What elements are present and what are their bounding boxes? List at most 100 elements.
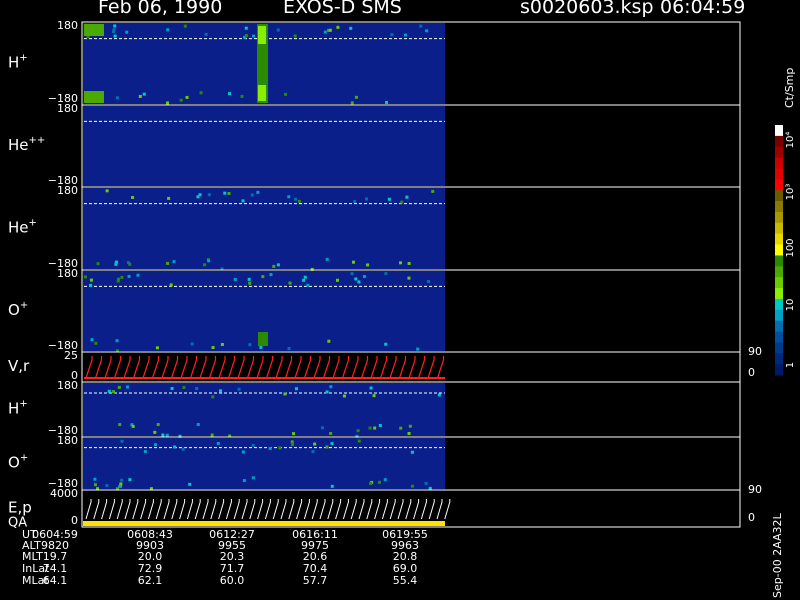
ephemeris-value: 64.1 [42, 574, 68, 587]
spectrogram-cell [155, 346, 159, 350]
spectrogram-cell [387, 197, 391, 201]
ep-trace [335, 499, 342, 520]
ephemeris-value: 62.1 [137, 574, 163, 587]
spectrogram-cell [405, 195, 409, 199]
spectrogram-cell [94, 341, 98, 345]
vr-trace [303, 356, 312, 379]
ep-trace [436, 499, 443, 520]
spectrogram-cell [204, 32, 208, 36]
ep-trace [444, 499, 451, 520]
vr-trace [246, 356, 255, 379]
spectrogram-cell [173, 445, 177, 449]
ep-trace [381, 499, 388, 520]
spectrogram-cell [259, 345, 263, 349]
vr-trace [85, 356, 93, 379]
spectrogram-cell [329, 385, 333, 389]
ephemeris-value: 55.4 [392, 574, 418, 587]
spectrogram-cell [373, 426, 377, 430]
colorbar-segment [775, 146, 783, 159]
spectrogram-cell [233, 277, 237, 281]
vr-trace [113, 356, 122, 379]
spectrogram-cell [428, 486, 432, 490]
vr-trace [360, 356, 369, 379]
spectrogram-cell [142, 92, 146, 96]
spectrogram-cell [127, 274, 131, 278]
vr-trace [370, 356, 378, 379]
ep-trace [374, 499, 381, 520]
spectrogram-cell [183, 24, 187, 28]
spectrogram-cell [228, 92, 232, 96]
spectrogram-cell [166, 261, 170, 265]
spectrogram-cell [291, 443, 295, 447]
colorbar-tick: 10⁴ [785, 132, 796, 149]
colorbar-segment [775, 331, 783, 343]
spectrogram-cell [105, 189, 109, 193]
spectrogram-cell [353, 200, 357, 204]
spectrogram-cell [261, 275, 265, 279]
spectrogram-cell [105, 484, 109, 488]
spectrogram-cell [179, 98, 183, 102]
ep-trace [420, 499, 427, 520]
spectrogram-band [258, 26, 266, 44]
colorbar-segment [775, 353, 783, 365]
spectrogram-cell [172, 260, 176, 264]
ep-trace [296, 499, 303, 520]
spectrogram-band [84, 24, 104, 36]
colorbar-segment [775, 190, 783, 202]
spectrogram-cell [248, 281, 252, 285]
spectrogram-cell [276, 263, 280, 267]
ep-trace [311, 499, 318, 520]
ep-trace [350, 499, 357, 520]
spectrogram-cell [210, 433, 214, 437]
spectrogram-band [258, 332, 268, 346]
colorbar-segment [775, 211, 783, 224]
vr-trace [294, 356, 302, 379]
spectrogram-cell [399, 426, 403, 430]
ep-trace [264, 499, 271, 520]
spectrogram-cell [321, 426, 325, 430]
spectrogram-cell [167, 196, 171, 200]
colorbar-segment [775, 320, 783, 333]
spectrogram-cell [207, 259, 211, 263]
spectrogram-cell [219, 389, 223, 393]
spectrogram-cell [330, 484, 334, 488]
spectrogram-cell [131, 196, 135, 200]
spectrogram-cell [399, 261, 403, 265]
ep-trace [405, 499, 412, 520]
vr-trace [227, 356, 236, 379]
spectrogram-cell [112, 28, 116, 32]
vr-trace [94, 356, 103, 379]
spectrogram-cell [118, 423, 122, 427]
spectrogram-cell [198, 193, 202, 197]
spectrogram-cell [330, 442, 334, 446]
panel-label: H+ [8, 399, 28, 418]
ep-trace [358, 499, 365, 520]
spectrogram-cell [378, 423, 382, 427]
vr-trace [132, 356, 141, 379]
spectrogram-cell [251, 443, 255, 447]
ep-trace [108, 499, 115, 520]
colorbar-segment [775, 266, 783, 278]
colorbar-segment [775, 233, 783, 246]
spectrogram-cell [325, 445, 329, 449]
spectrogram-cell [293, 34, 297, 38]
spectrogram-cell [113, 34, 117, 38]
spectrogram-cell [400, 200, 404, 204]
spectrogram-cell [161, 433, 165, 437]
vr-trace [322, 356, 331, 379]
ep-trace [132, 499, 139, 520]
spectrogram-cell [136, 273, 140, 277]
ep-trace [85, 499, 92, 520]
panel-label: H+ [8, 53, 28, 72]
vr-trace [170, 356, 179, 379]
colorbar-tick: 10 [785, 299, 796, 312]
colorbar-segment [775, 222, 783, 235]
spectrogram-cell [369, 386, 373, 390]
spectrogram-cell [278, 446, 282, 450]
vr-trace [379, 356, 388, 379]
spectrogram-cell [241, 450, 245, 454]
spectrogram-cell [287, 195, 291, 199]
right-tick-min: 0 [748, 366, 755, 379]
ep-trace [171, 499, 178, 520]
spectrogram-cell [131, 424, 135, 428]
